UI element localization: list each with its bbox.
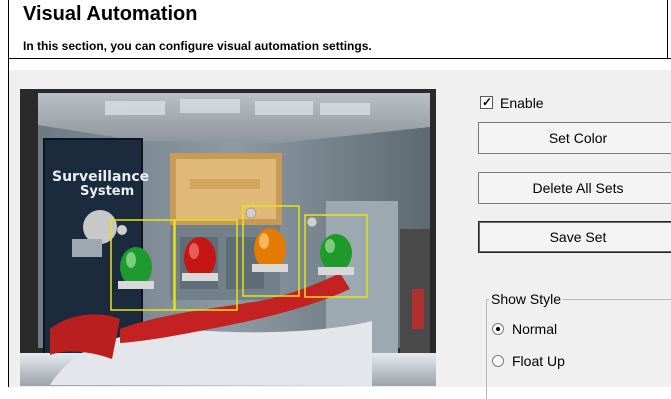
page-title: Visual Automation: [23, 3, 198, 25]
delete-all-sets-button[interactable]: Delete All Sets: [478, 172, 671, 204]
video-preview[interactable]: Surveillance System: [20, 89, 436, 386]
check-icon: ✓: [482, 95, 493, 109]
header-divider: [9, 58, 671, 59]
enable-label: Enable: [500, 95, 544, 111]
radio-float-up-label: Float Up: [512, 353, 565, 369]
radio-normal[interactable]: [492, 323, 504, 335]
show-style-group: [486, 299, 671, 399]
enable-checkbox[interactable]: ✓: [480, 95, 493, 109]
save-set-button[interactable]: Save Set: [478, 221, 671, 253]
camera-frame: Surveillance System: [20, 89, 436, 386]
right-border: [667, 0, 668, 58]
poster-text-2: System: [80, 184, 134, 199]
header: Visual Automation In this section, you c…: [9, 0, 667, 70]
radio-normal-label: Normal: [512, 321, 558, 337]
set-color-button[interactable]: Set Color: [478, 122, 671, 154]
poster-text-1: Surveillance: [52, 169, 149, 185]
radio-float-up[interactable]: [492, 355, 504, 367]
detection-marker[interactable]: [116, 224, 128, 236]
radio-selected-dot: [496, 327, 500, 331]
show-style-label: Show Style: [489, 291, 564, 307]
page-subtitle: In this section, you can configure visua…: [23, 39, 372, 53]
detection-marker[interactable]: [306, 216, 318, 228]
detection-marker[interactable]: [245, 207, 257, 219]
